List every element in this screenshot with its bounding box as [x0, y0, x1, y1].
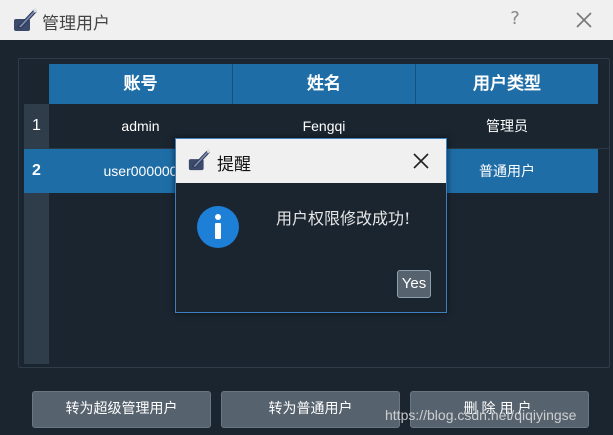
- help-button[interactable]: ?: [506, 8, 524, 29]
- column-header-user-type[interactable]: 用户类型: [416, 64, 598, 104]
- window-title: 管理用户: [42, 14, 110, 34]
- window-titlebar: 管理用户 ?: [0, 0, 613, 40]
- yes-button[interactable]: Yes: [397, 270, 431, 298]
- notice-dialog: 提醒 用户权限修改成功! Yes: [175, 138, 447, 313]
- info-icon: [197, 206, 239, 248]
- row-number-1[interactable]: 1: [24, 104, 49, 148]
- app-quill-icon: [188, 148, 211, 171]
- promote-super-admin-button[interactable]: 转为超级管理用户: [32, 391, 211, 428]
- app-quill-icon: [14, 8, 37, 31]
- dialog-titlebar: 提醒: [176, 139, 446, 183]
- close-icon[interactable]: [574, 10, 594, 30]
- column-header-account[interactable]: 账号: [49, 64, 233, 104]
- dialog-message: 用户权限修改成功!: [276, 209, 411, 228]
- row-number-2[interactable]: 2: [24, 149, 49, 193]
- dialog-title: 提醒: [217, 155, 251, 175]
- table-corner: [24, 64, 49, 104]
- watermark: https://blog.csdn.net/qiqiyingse: [385, 407, 577, 423]
- demote-normal-user-button[interactable]: 转为普通用户: [221, 391, 400, 428]
- close-icon[interactable]: [412, 152, 430, 170]
- column-header-name[interactable]: 姓名: [233, 64, 416, 104]
